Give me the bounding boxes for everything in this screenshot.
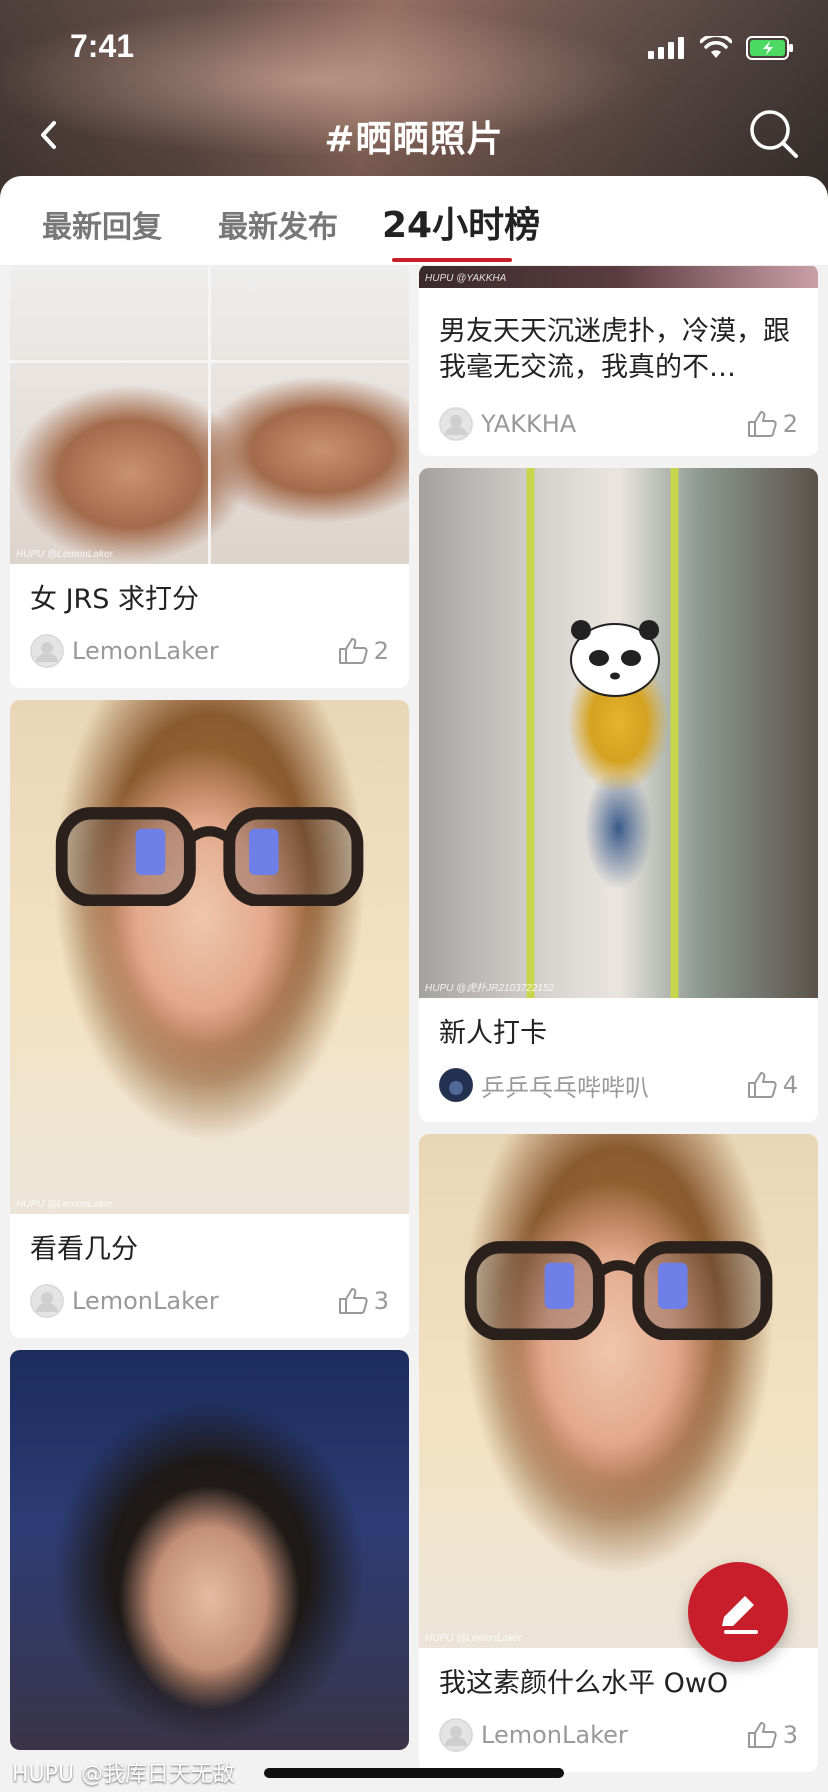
status-bar: 7:41 [0,0,828,100]
active-tab-indicator [392,258,512,262]
wifi-icon [700,36,732,58]
page-title: #晒晒照片 [324,119,504,160]
bottom-watermark: HUPU @我库日天无敌 [12,1762,236,1787]
post-image: HUPU @YAKKHA [419,266,818,288]
like-count: 3 [373,1287,389,1315]
avatar-icon [440,1069,472,1101]
like-count: 2 [373,637,389,665]
search-icon [750,110,798,158]
feed-column-right: HUPU @YAKKHA 男友天天沉迷虎扑，冷漠，跟我毫无交流，我真的不… YA… [419,266,818,1784]
image-watermark: HUPU @LemonLaker [16,549,113,560]
tab-latest-reply[interactable]: 最新回复 [42,202,162,246]
battery-icon [746,36,793,60]
post-image: HUPU @LemonLaker [10,700,409,1214]
post-author[interactable]: LemonLaker [481,1721,747,1749]
avatar[interactable] [439,1068,473,1102]
post-title: 女 JRS 求打分 [30,584,200,615]
post-image: HUPU @虎扑JR2103722152 [419,468,818,998]
image-watermark: HUPU @虎扑JR2103722152 [425,983,555,994]
post-title: 看看几分 [30,1234,138,1265]
panda-sticker [570,620,660,697]
like-button[interactable]: 3 [747,1721,798,1749]
post-card[interactable]: HUPU @LemonLaker 看看几分 LemonLaker 3 [10,700,409,1338]
post-image: HUPU @LemonLaker [10,266,409,564]
home-indicator[interactable] [264,1768,564,1778]
post-card[interactable] [10,1350,409,1750]
tab-24h-ranking[interactable]: 24小时榜 [382,196,540,248]
post-card[interactable]: HUPU @虎扑JR2103722152 新人打卡 乒乒乓乓哔哔叭 4 [419,468,818,1122]
like-count: 3 [782,1721,798,1749]
nav-bar: #晒晒照片 [0,100,828,180]
tab-latest-post[interactable]: 最新发布 [218,202,338,246]
avatar-icon [439,407,473,441]
post-title: 新人打卡 [439,1018,547,1049]
post-author[interactable]: YAKKHA [481,410,747,438]
post-title: 男友天天沉迷虎扑，冷漠，跟我毫无交流，我真的不… [439,316,790,383]
like-icon [338,638,368,664]
avatar[interactable] [30,1284,64,1318]
post-author[interactable]: LemonLaker [72,637,338,665]
post-feed[interactable]: HUPU @LemonLaker 女 JRS 求打分 LemonLaker 2 [0,266,828,1792]
post-card[interactable]: HUPU @YAKKHA 男友天天沉迷虎扑，冷漠，跟我毫无交流，我真的不… YA… [419,266,818,456]
avatar[interactable] [439,1718,473,1752]
image-watermark: HUPU @YAKKHA [425,273,507,284]
post-image [10,1350,409,1750]
post-author[interactable]: LemonLaker [72,1287,338,1315]
like-count: 4 [782,1071,798,1099]
like-icon [747,1072,777,1098]
post-card[interactable]: HUPU @LemonLaker 女 JRS 求打分 LemonLaker 2 [10,266,409,688]
avatar[interactable] [30,634,64,668]
like-button[interactable]: 3 [338,1287,389,1315]
status-time: 7:41 [70,28,135,64]
glasses-illustration [55,806,364,906]
edit-icon [722,1596,758,1634]
like-button[interactable]: 2 [747,410,798,438]
avatar[interactable] [439,407,473,441]
like-icon [747,1722,777,1748]
avatar-icon [30,1284,64,1318]
post-card[interactable]: HUPU @LemonLaker 我这素颜什么水平 OwO LemonLaker [419,1134,818,1772]
post-author[interactable]: 乒乒乓乓哔哔叭 [481,1068,747,1103]
like-icon [747,411,777,437]
signal-icon [648,37,684,59]
search-button[interactable] [746,106,802,162]
image-watermark: HUPU @LemonLaker [425,1633,522,1644]
tab-bar: 最新回复 最新发布 24小时榜 [0,176,828,266]
avatar-icon [439,1718,473,1752]
like-count: 2 [782,410,798,438]
image-watermark: HUPU @LemonLaker [16,1199,113,1210]
compose-button[interactable] [688,1562,788,1662]
like-icon [338,1288,368,1314]
glasses-illustration [464,1240,773,1340]
like-button[interactable]: 4 [747,1071,798,1099]
avatar-icon [30,634,64,668]
like-button[interactable]: 2 [338,637,389,665]
feed-column-left: HUPU @LemonLaker 女 JRS 求打分 LemonLaker 2 [10,266,409,1762]
